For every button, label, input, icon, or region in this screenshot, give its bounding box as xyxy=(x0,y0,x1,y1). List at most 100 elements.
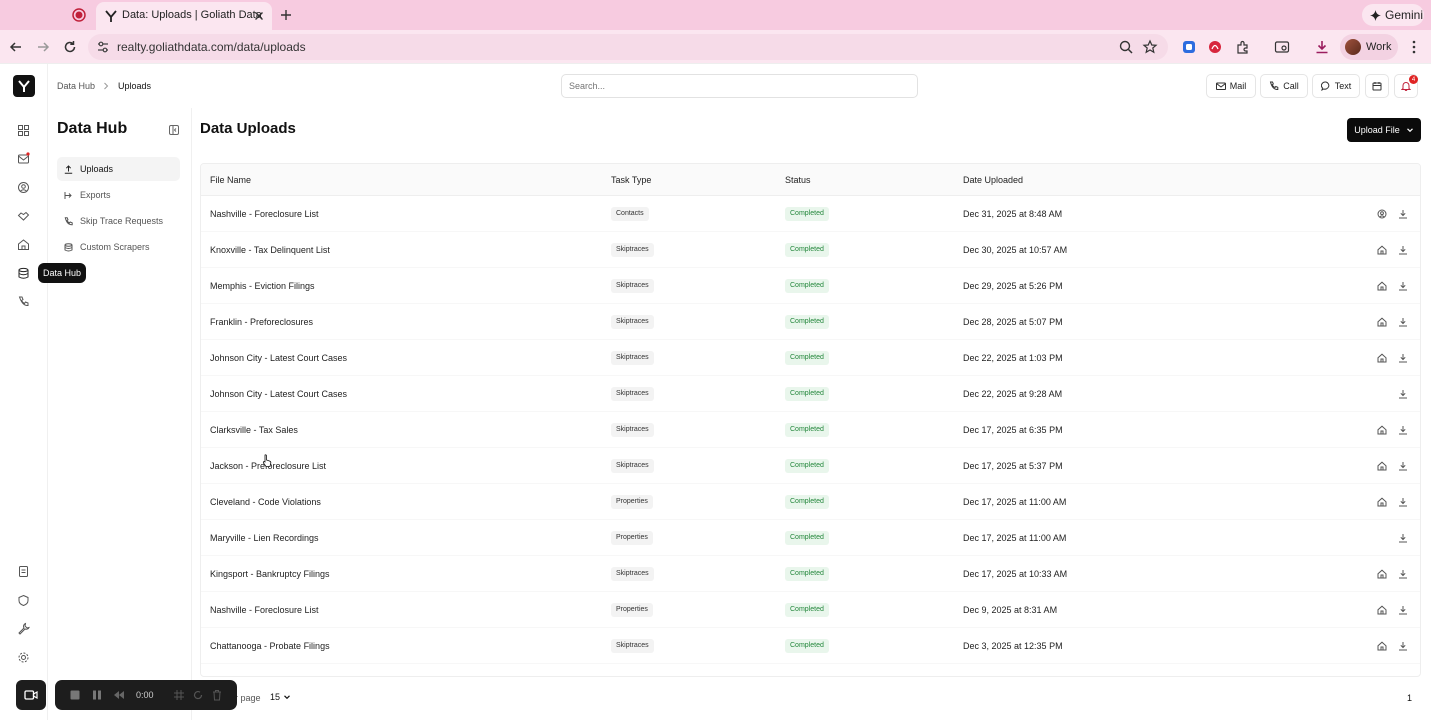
download-icon[interactable] xyxy=(1398,533,1408,543)
pause-icon[interactable] xyxy=(91,689,103,701)
stop-icon[interactable] xyxy=(69,689,81,701)
table-row[interactable]: Memphis - Eviction Filings Skiptraces Comp… xyxy=(201,268,1420,304)
contact-icon[interactable] xyxy=(1377,209,1387,219)
home-icon[interactable] xyxy=(1377,245,1387,255)
reload-icon[interactable] xyxy=(62,39,78,55)
search-input[interactable] xyxy=(561,74,918,98)
table-row[interactable]: Johnson City - Latest Court Cases Skiptra… xyxy=(201,340,1420,376)
file-name[interactable]: Clarksville - Tax Sales xyxy=(210,425,298,435)
file-name[interactable]: Nashville - Foreclosure List xyxy=(210,605,319,615)
home-icon[interactable] xyxy=(1377,605,1387,615)
home-icon[interactable] xyxy=(1377,281,1387,291)
breadcrumb-data-hub[interactable]: Data Hub xyxy=(57,81,95,91)
mail-button[interactable]: Mail xyxy=(1206,74,1256,98)
forward-arrow-icon[interactable] xyxy=(35,39,51,55)
call-button[interactable]: Call xyxy=(1260,74,1308,98)
file-name[interactable]: Johnson City - Latest Court Cases xyxy=(210,353,347,363)
goliath-logo[interactable] xyxy=(13,75,35,97)
current-page-number[interactable]: 1 xyxy=(1407,693,1412,703)
table-row[interactable]: Maryville - Lien Recordings Properties Com… xyxy=(201,520,1420,556)
file-name[interactable]: Franklin - Preforeclosures xyxy=(210,317,313,327)
column-header-file-name[interactable]: File Name xyxy=(210,175,251,185)
shield-icon[interactable] xyxy=(17,594,30,607)
dashboard-icon[interactable] xyxy=(17,124,30,137)
file-name[interactable]: Maryville - Lien Recordings xyxy=(210,533,319,543)
contacts-icon[interactable] xyxy=(17,181,30,194)
browser-tab[interactable]: Data: Uploads | Goliath Data xyxy=(96,2,272,30)
table-row[interactable]: Cleveland - Code Violations Properties Com… xyxy=(201,484,1420,520)
collapse-panel-icon[interactable] xyxy=(169,125,179,135)
file-name[interactable]: Kingsport - Bankruptcy Filings xyxy=(210,569,330,579)
table-row[interactable]: Jackson - Preforeclosure List Skiptraces C… xyxy=(201,448,1420,484)
download-icon[interactable] xyxy=(1398,497,1408,507)
table-row[interactable]: Nashville - Foreclosure List Properties Co… xyxy=(201,592,1420,628)
file-name[interactable]: Nashville - Foreclosure List xyxy=(210,209,319,219)
browser-menu-icon[interactable] xyxy=(1406,39,1422,55)
text-button[interactable]: Text xyxy=(1312,74,1360,98)
address-bar[interactable]: realty.goliathdata.com/data/uploads xyxy=(88,34,1168,60)
extension-blue-icon[interactable] xyxy=(1181,39,1197,55)
table-row[interactable]: Chattanooga - Probate Filings Skiptraces C… xyxy=(201,628,1420,664)
home-icon[interactable] xyxy=(1377,641,1387,651)
file-name[interactable]: Cleveland - Code Violations xyxy=(210,497,321,507)
home-icon[interactable] xyxy=(1377,569,1387,579)
sidepanel-item-custom-scrapers[interactable]: Custom Scrapers xyxy=(57,235,180,259)
rows-per-page-select[interactable]: 15 xyxy=(270,692,291,702)
sidepanel-item-skip-trace[interactable]: Skip Trace Requests xyxy=(57,209,180,233)
data-hub-database-icon[interactable] xyxy=(17,267,30,280)
download-icon[interactable] xyxy=(1398,317,1408,327)
close-tab-icon[interactable] xyxy=(252,9,266,23)
download-icon[interactable] xyxy=(1398,641,1408,651)
trash-icon[interactable] xyxy=(211,689,223,701)
documents-icon[interactable] xyxy=(17,565,30,578)
restart-icon[interactable] xyxy=(192,689,204,701)
download-icon[interactable] xyxy=(1398,353,1408,363)
table-row[interactable]: Nashville - Foreclosure List Contacts Comp… xyxy=(201,196,1420,232)
download-icon[interactable] xyxy=(1398,209,1408,219)
extensions-puzzle-icon[interactable] xyxy=(1235,39,1251,55)
home-icon[interactable] xyxy=(1377,461,1387,471)
download-icon[interactable] xyxy=(1398,245,1408,255)
phone-icon[interactable] xyxy=(17,295,30,308)
home-icon[interactable] xyxy=(1377,425,1387,435)
tools-wrench-icon[interactable] xyxy=(17,622,30,635)
grid-icon[interactable] xyxy=(173,689,185,701)
screen-recorder-button[interactable] xyxy=(16,680,46,710)
download-icon[interactable] xyxy=(1398,461,1408,471)
bookmark-star-icon[interactable] xyxy=(1142,39,1158,55)
deals-icon[interactable] xyxy=(17,209,30,222)
download-icon[interactable] xyxy=(1398,425,1408,435)
sidepanel-item-exports[interactable]: Exports xyxy=(57,183,180,207)
zoom-icon[interactable] xyxy=(1118,39,1134,55)
extension-red-icon[interactable] xyxy=(1207,39,1223,55)
url-text[interactable]: realty.goliathdata.com/data/uploads xyxy=(117,40,306,54)
tab-search-icon[interactable] xyxy=(1274,39,1290,55)
rewind-icon[interactable] xyxy=(113,689,125,701)
calendar-button[interactable] xyxy=(1365,74,1389,98)
home-icon[interactable] xyxy=(1377,317,1387,327)
back-arrow-icon[interactable] xyxy=(8,39,24,55)
properties-home-icon[interactable] xyxy=(17,238,30,251)
new-tab-icon[interactable] xyxy=(279,8,293,22)
settings-gear-icon[interactable] xyxy=(17,651,30,664)
column-header-status[interactable]: Status xyxy=(785,175,811,185)
table-row[interactable]: Knoxville - Tax Delinquent List Skiptrace… xyxy=(201,232,1420,268)
download-icon[interactable] xyxy=(1314,39,1330,55)
gemini-button[interactable]: Gemini xyxy=(1362,4,1424,26)
download-icon[interactable] xyxy=(1398,569,1408,579)
column-header-date-uploaded[interactable]: Date Uploaded xyxy=(963,175,1023,185)
home-icon[interactable] xyxy=(1377,497,1387,507)
file-name[interactable]: Johnson City - Latest Court Cases xyxy=(210,389,347,399)
download-icon[interactable] xyxy=(1398,605,1408,615)
table-row[interactable]: Franklin - Preforeclosures Skiptraces Comp… xyxy=(201,304,1420,340)
table-row[interactable]: Johnson City - Latest Court Cases Skiptra… xyxy=(201,376,1420,412)
upload-file-button[interactable]: Upload File xyxy=(1347,118,1421,142)
site-settings-icon[interactable] xyxy=(96,40,110,54)
download-icon[interactable] xyxy=(1398,281,1408,291)
file-name[interactable]: Chattanooga - Probate Filings xyxy=(210,641,330,651)
profile-button[interactable]: Work xyxy=(1340,34,1398,60)
home-icon[interactable] xyxy=(1377,353,1387,363)
download-icon[interactable] xyxy=(1398,389,1408,399)
inbox-icon[interactable] xyxy=(17,152,30,165)
file-name[interactable]: Knoxville - Tax Delinquent List xyxy=(210,245,330,255)
